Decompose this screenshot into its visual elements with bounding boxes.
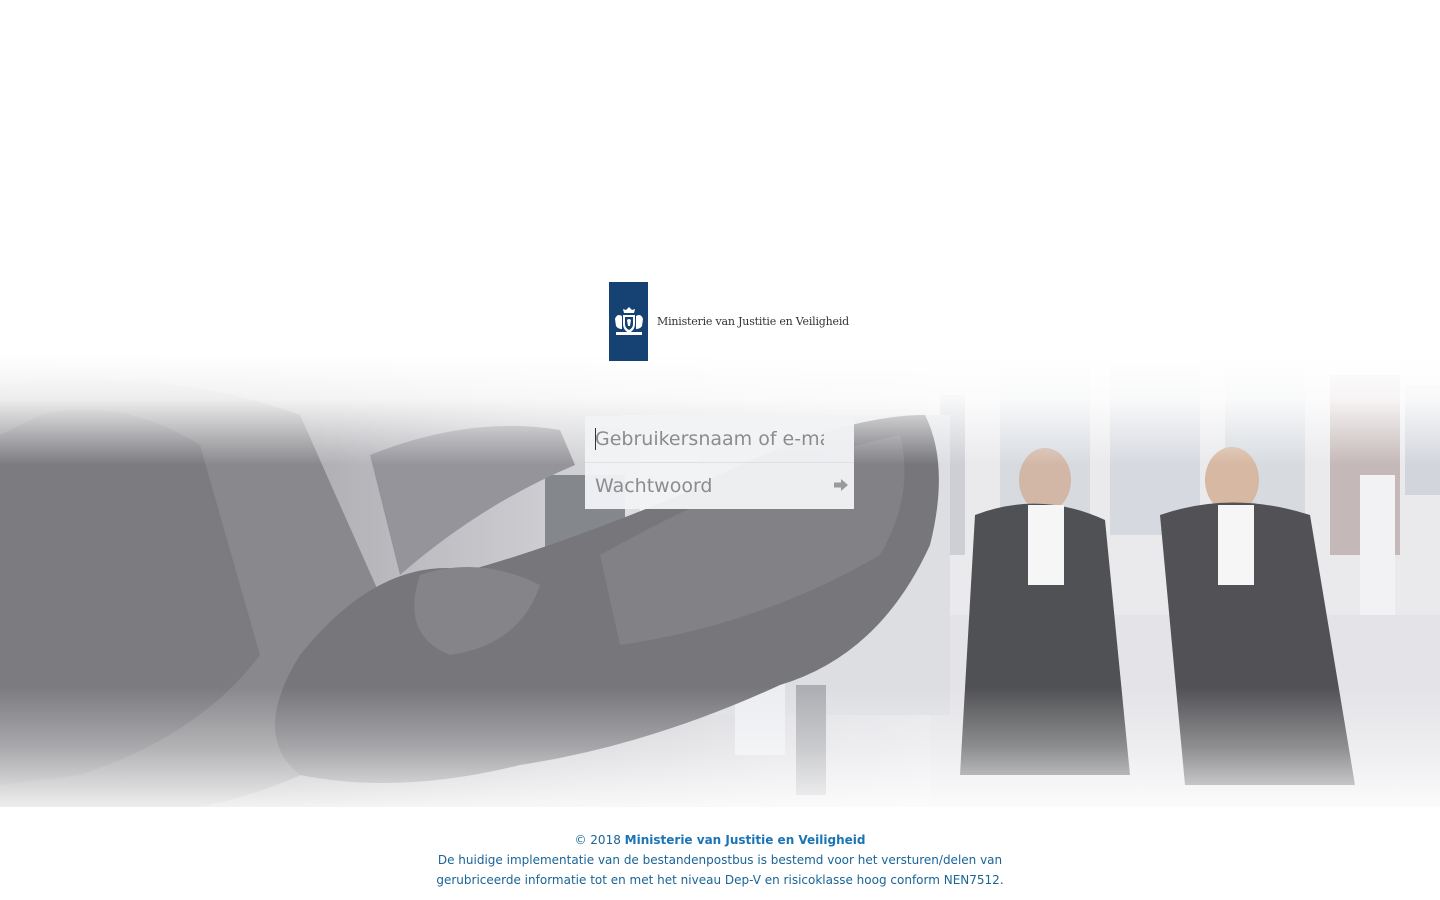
copyright-line: © 2018 Ministerie van Justitie en Veilig… <box>0 830 1440 850</box>
arrow-right-icon[interactable] <box>833 476 849 494</box>
password-field-wrapper <box>585 462 854 509</box>
username-field-wrapper <box>585 416 854 462</box>
coat-of-arms-icon <box>609 282 648 361</box>
ministry-link[interactable]: Ministerie van Justitie en Veiligheid <box>625 833 866 847</box>
security-notice: De huidige implementatie van de bestande… <box>436 853 1004 887</box>
password-input[interactable] <box>585 463 854 509</box>
username-input[interactable] <box>585 416 854 462</box>
login-page: Ministerie van Justitie en Veiligheid © … <box>0 0 1440 900</box>
text-caret <box>595 428 596 450</box>
ministry-logo: Ministerie van Justitie en Veiligheid <box>609 282 849 361</box>
login-form <box>585 416 854 509</box>
footer: © 2018 Ministerie van Justitie en Veilig… <box>0 830 1440 890</box>
copyright-text: © 2018 <box>574 833 621 847</box>
ministry-name: Ministerie van Justitie en Veiligheid <box>657 315 850 328</box>
